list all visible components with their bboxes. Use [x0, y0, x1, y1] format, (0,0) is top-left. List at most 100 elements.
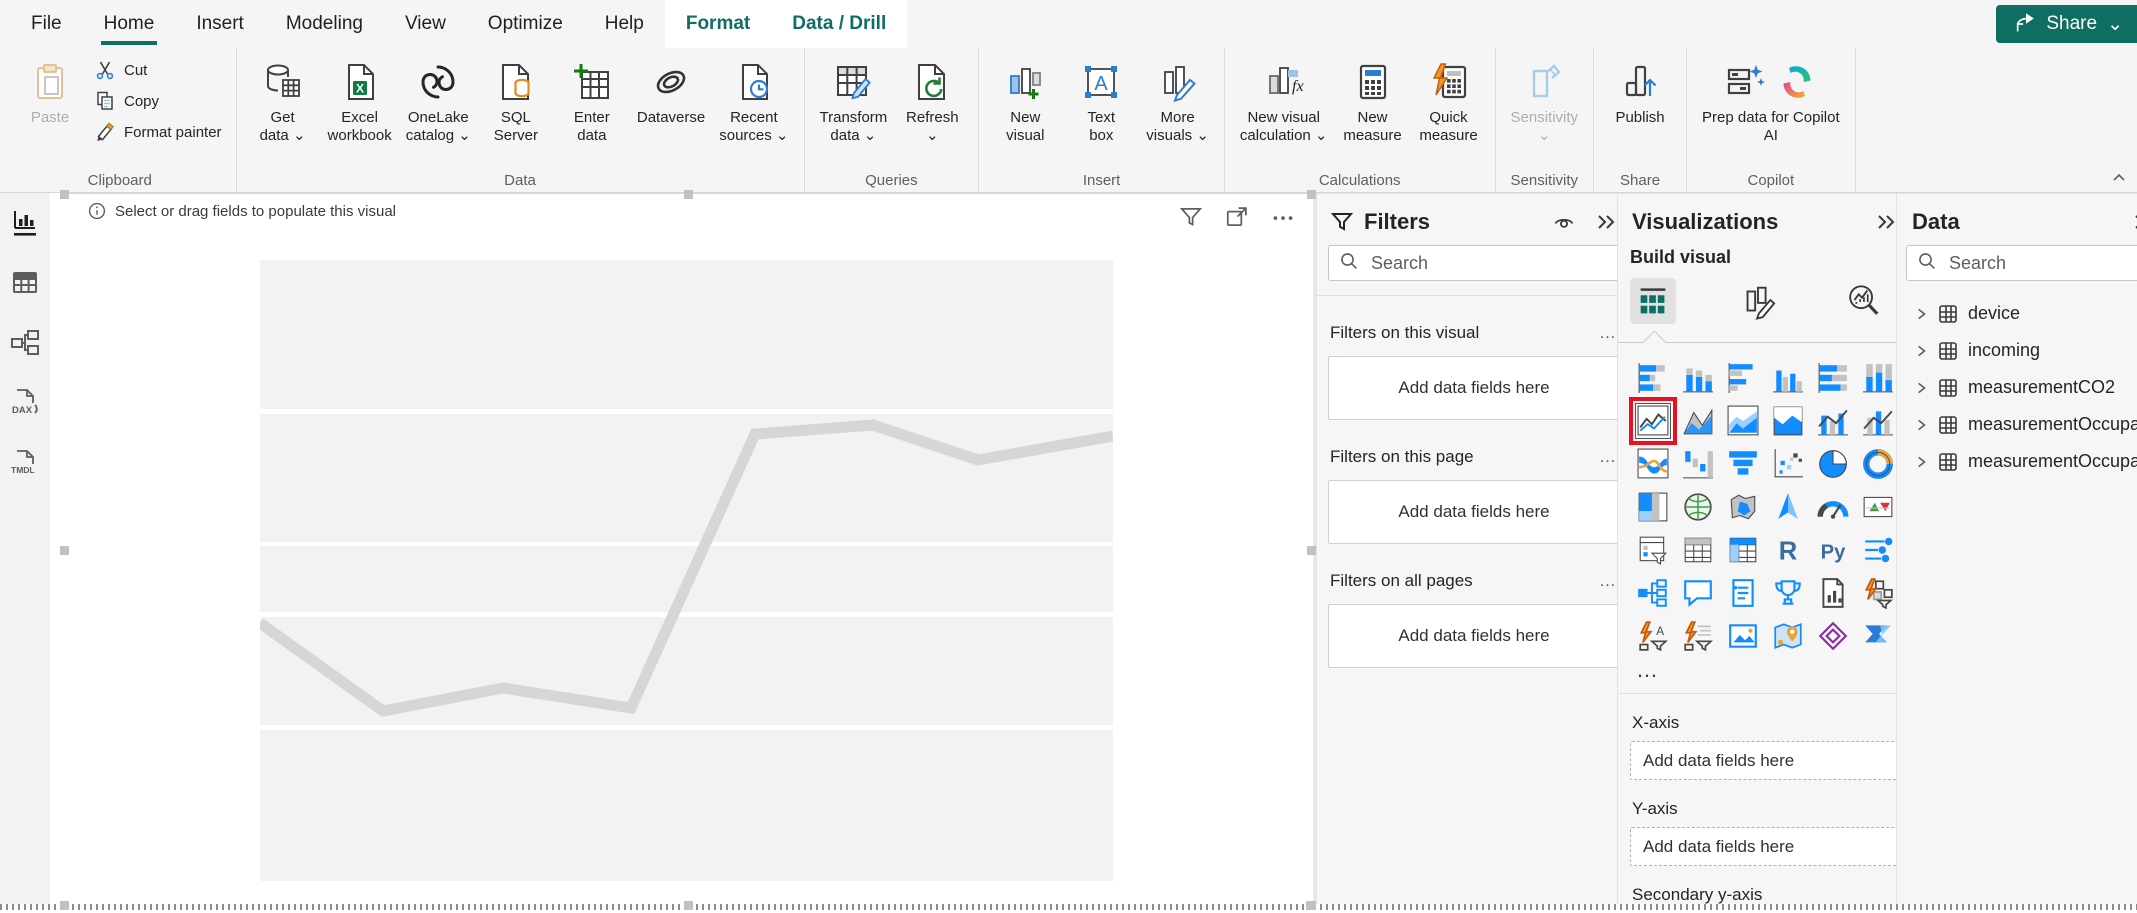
kpi-icon[interactable]	[1861, 490, 1895, 524]
filter-section-more-options[interactable]: …	[1599, 323, 1618, 343]
menu-item-home[interactable]: Home	[83, 0, 176, 48]
resize-handle-top-right[interactable]	[1307, 190, 1316, 199]
image-visual-icon[interactable]	[1726, 619, 1760, 653]
field-well-y-axis[interactable]: Add data fields here	[1630, 827, 1900, 866]
stacked-bar-chart-icon[interactable]	[1636, 361, 1670, 395]
data-table-row-incoming-1[interactable]: incoming	[1906, 332, 2137, 369]
quick-measure-button[interactable]: Quick measure	[1411, 50, 1487, 145]
tab-analytics[interactable]	[1840, 278, 1886, 324]
resize-handle-top-mid[interactable]	[684, 190, 693, 199]
more-visuals-button[interactable]: More visuals ⌄	[1139, 50, 1216, 145]
lightning-filter-grid-icon[interactable]	[1861, 576, 1895, 610]
refresh-button[interactable]: Refresh ⌄	[894, 50, 970, 145]
arcgis-map-icon[interactable]	[1771, 619, 1805, 653]
data-table-row-device-0[interactable]: device	[1906, 295, 2137, 332]
collapse-data-pane-icon[interactable]	[2131, 210, 2137, 234]
data-table-row-measurementoccupa-3[interactable]: measurementOccupa...	[1906, 406, 2137, 443]
data-table-row-measurementoccupa-4[interactable]: measurementOccupa...	[1906, 443, 2137, 480]
line-stacked-column-chart-icon[interactable]	[1816, 404, 1850, 438]
prep-data-for-copilot-button[interactable]: Prep data for Copilot AI	[1695, 50, 1847, 145]
hundred-stacked-column-chart-icon[interactable]	[1861, 361, 1895, 395]
python-visual-icon[interactable]: Py	[1816, 533, 1850, 567]
donut-chart-icon[interactable]	[1861, 447, 1895, 481]
pie-chart-icon[interactable]	[1816, 447, 1850, 481]
cut-button[interactable]: Cut	[88, 56, 228, 84]
filter-dropzone-2[interactable]: Add data fields here	[1328, 480, 1620, 544]
clustered-column-chart-icon[interactable]	[1771, 361, 1805, 395]
field-well-x-axis[interactable]: Add data fields here	[1630, 741, 1900, 780]
area-chart-icon[interactable]	[1681, 404, 1715, 438]
resize-handle-top-left[interactable]	[60, 190, 69, 199]
filled-map-icon[interactable]	[1726, 490, 1760, 524]
new-visual-calculation-button[interactable]: fx New visual calculation ⌄	[1233, 50, 1335, 145]
dataverse-button[interactable]: Dataverse	[630, 50, 712, 127]
sidebar-item-tmdl-view[interactable]: TMDL	[9, 447, 41, 479]
collapse-visualizations-pane-icon[interactable]	[1874, 210, 1898, 234]
share-button[interactable]: Share ⌄	[1996, 5, 2137, 43]
data-search-input[interactable]	[1947, 251, 2136, 275]
stacked-area-chart-icon[interactable]	[1726, 404, 1760, 438]
menu-item-optimize[interactable]: Optimize	[467, 0, 584, 48]
waterfall-chart-icon[interactable]	[1681, 447, 1715, 481]
transform-data-button[interactable]: Transform data ⌄	[813, 50, 895, 145]
menu-item-file[interactable]: File	[10, 0, 83, 48]
more-visual-types[interactable]: …	[1636, 657, 1900, 683]
collapse-ribbon-button[interactable]	[2109, 168, 2129, 188]
sql-server-button[interactable]: SQL Server	[478, 50, 554, 145]
selected-visual[interactable]: Select or drag fields to populate this v…	[60, 190, 1316, 910]
sidebar-item-table-view[interactable]	[9, 267, 41, 299]
menu-item-data-drill[interactable]: Data / Drill	[771, 0, 908, 48]
copy-button[interactable]: Copy	[88, 87, 228, 115]
text-box-button[interactable]: A Text box	[1063, 50, 1139, 145]
qa-visual-icon[interactable]	[1681, 576, 1715, 610]
azure-map-icon[interactable]	[1771, 490, 1805, 524]
hundred-stacked-bar-chart-icon[interactable]	[1816, 361, 1850, 395]
collapse-filters-pane-icon[interactable]	[1594, 210, 1618, 234]
resize-handle-mid-right[interactable]	[1307, 546, 1316, 555]
filters-search-input[interactable]	[1369, 251, 1609, 275]
sidebar-item-dax-query-view[interactable]: DAX	[9, 387, 41, 419]
report-canvas[interactable]: Select or drag fields to populate this v…	[50, 190, 1316, 913]
onelake-catalog-button[interactable]: OneLake catalog ⌄	[399, 50, 478, 145]
table-icon[interactable]	[1681, 533, 1715, 567]
lightning-filter-a-icon[interactable]: A	[1636, 619, 1670, 653]
publish-button[interactable]: Publish	[1602, 50, 1678, 127]
bottom-handle-mid[interactable]	[684, 901, 693, 910]
paste-button[interactable]: Paste	[12, 50, 88, 127]
recent-sources-button[interactable]: Recent sources ⌄	[712, 50, 795, 145]
hundred-stacked-area-chart-icon[interactable]	[1771, 404, 1805, 438]
sidebar-item-report-view-active[interactable]	[9, 207, 41, 239]
smart-narrative-icon[interactable]	[1726, 576, 1760, 610]
focus-mode-icon[interactable]	[1224, 204, 1250, 230]
power-apps-icon[interactable]	[1816, 619, 1850, 653]
stacked-column-chart-icon[interactable]	[1681, 361, 1715, 395]
filter-section-more-options[interactable]: …	[1599, 447, 1618, 467]
scatter-chart-icon[interactable]	[1771, 447, 1805, 481]
eye-icon[interactable]	[1552, 210, 1576, 234]
funnel-chart-icon[interactable]	[1726, 447, 1760, 481]
resize-handle-mid-left[interactable]	[60, 546, 69, 555]
metrics-icon[interactable]	[1771, 576, 1805, 610]
ribbon-chart-icon[interactable]	[1636, 447, 1670, 481]
filter-icon[interactable]	[1178, 204, 1204, 230]
sidebar-item-model-view[interactable]	[9, 327, 41, 359]
enter-data-button[interactable]: Enter data	[554, 50, 630, 145]
excel-workbook-button[interactable]: X Excel workbook	[321, 50, 399, 145]
filters-search[interactable]	[1328, 245, 1620, 281]
lightning-filter-list-icon[interactable]	[1681, 619, 1715, 653]
bottom-handle-right[interactable]	[1306, 901, 1315, 910]
format-painter-button[interactable]: Format painter	[88, 118, 228, 146]
filter-dropzone-3[interactable]: Add data fields here	[1328, 604, 1620, 668]
more-options-icon[interactable]	[1270, 204, 1296, 230]
new-visual-button[interactable]: New visual	[987, 50, 1063, 145]
menu-item-modeling[interactable]: Modeling	[265, 0, 384, 48]
matrix-icon[interactable]	[1726, 533, 1760, 567]
new-measure-button[interactable]: New measure	[1335, 50, 1411, 145]
tab-format-visual[interactable]	[1735, 278, 1781, 324]
gauge-icon[interactable]	[1816, 490, 1850, 524]
key-influencers-icon[interactable]	[1861, 533, 1895, 567]
paginated-report-icon[interactable]	[1816, 576, 1850, 610]
line-clustered-column-chart-icon[interactable]	[1861, 404, 1895, 438]
sensitivity-button[interactable]: Sensitivity ⌄	[1504, 50, 1586, 145]
power-automate-icon[interactable]	[1861, 619, 1895, 653]
